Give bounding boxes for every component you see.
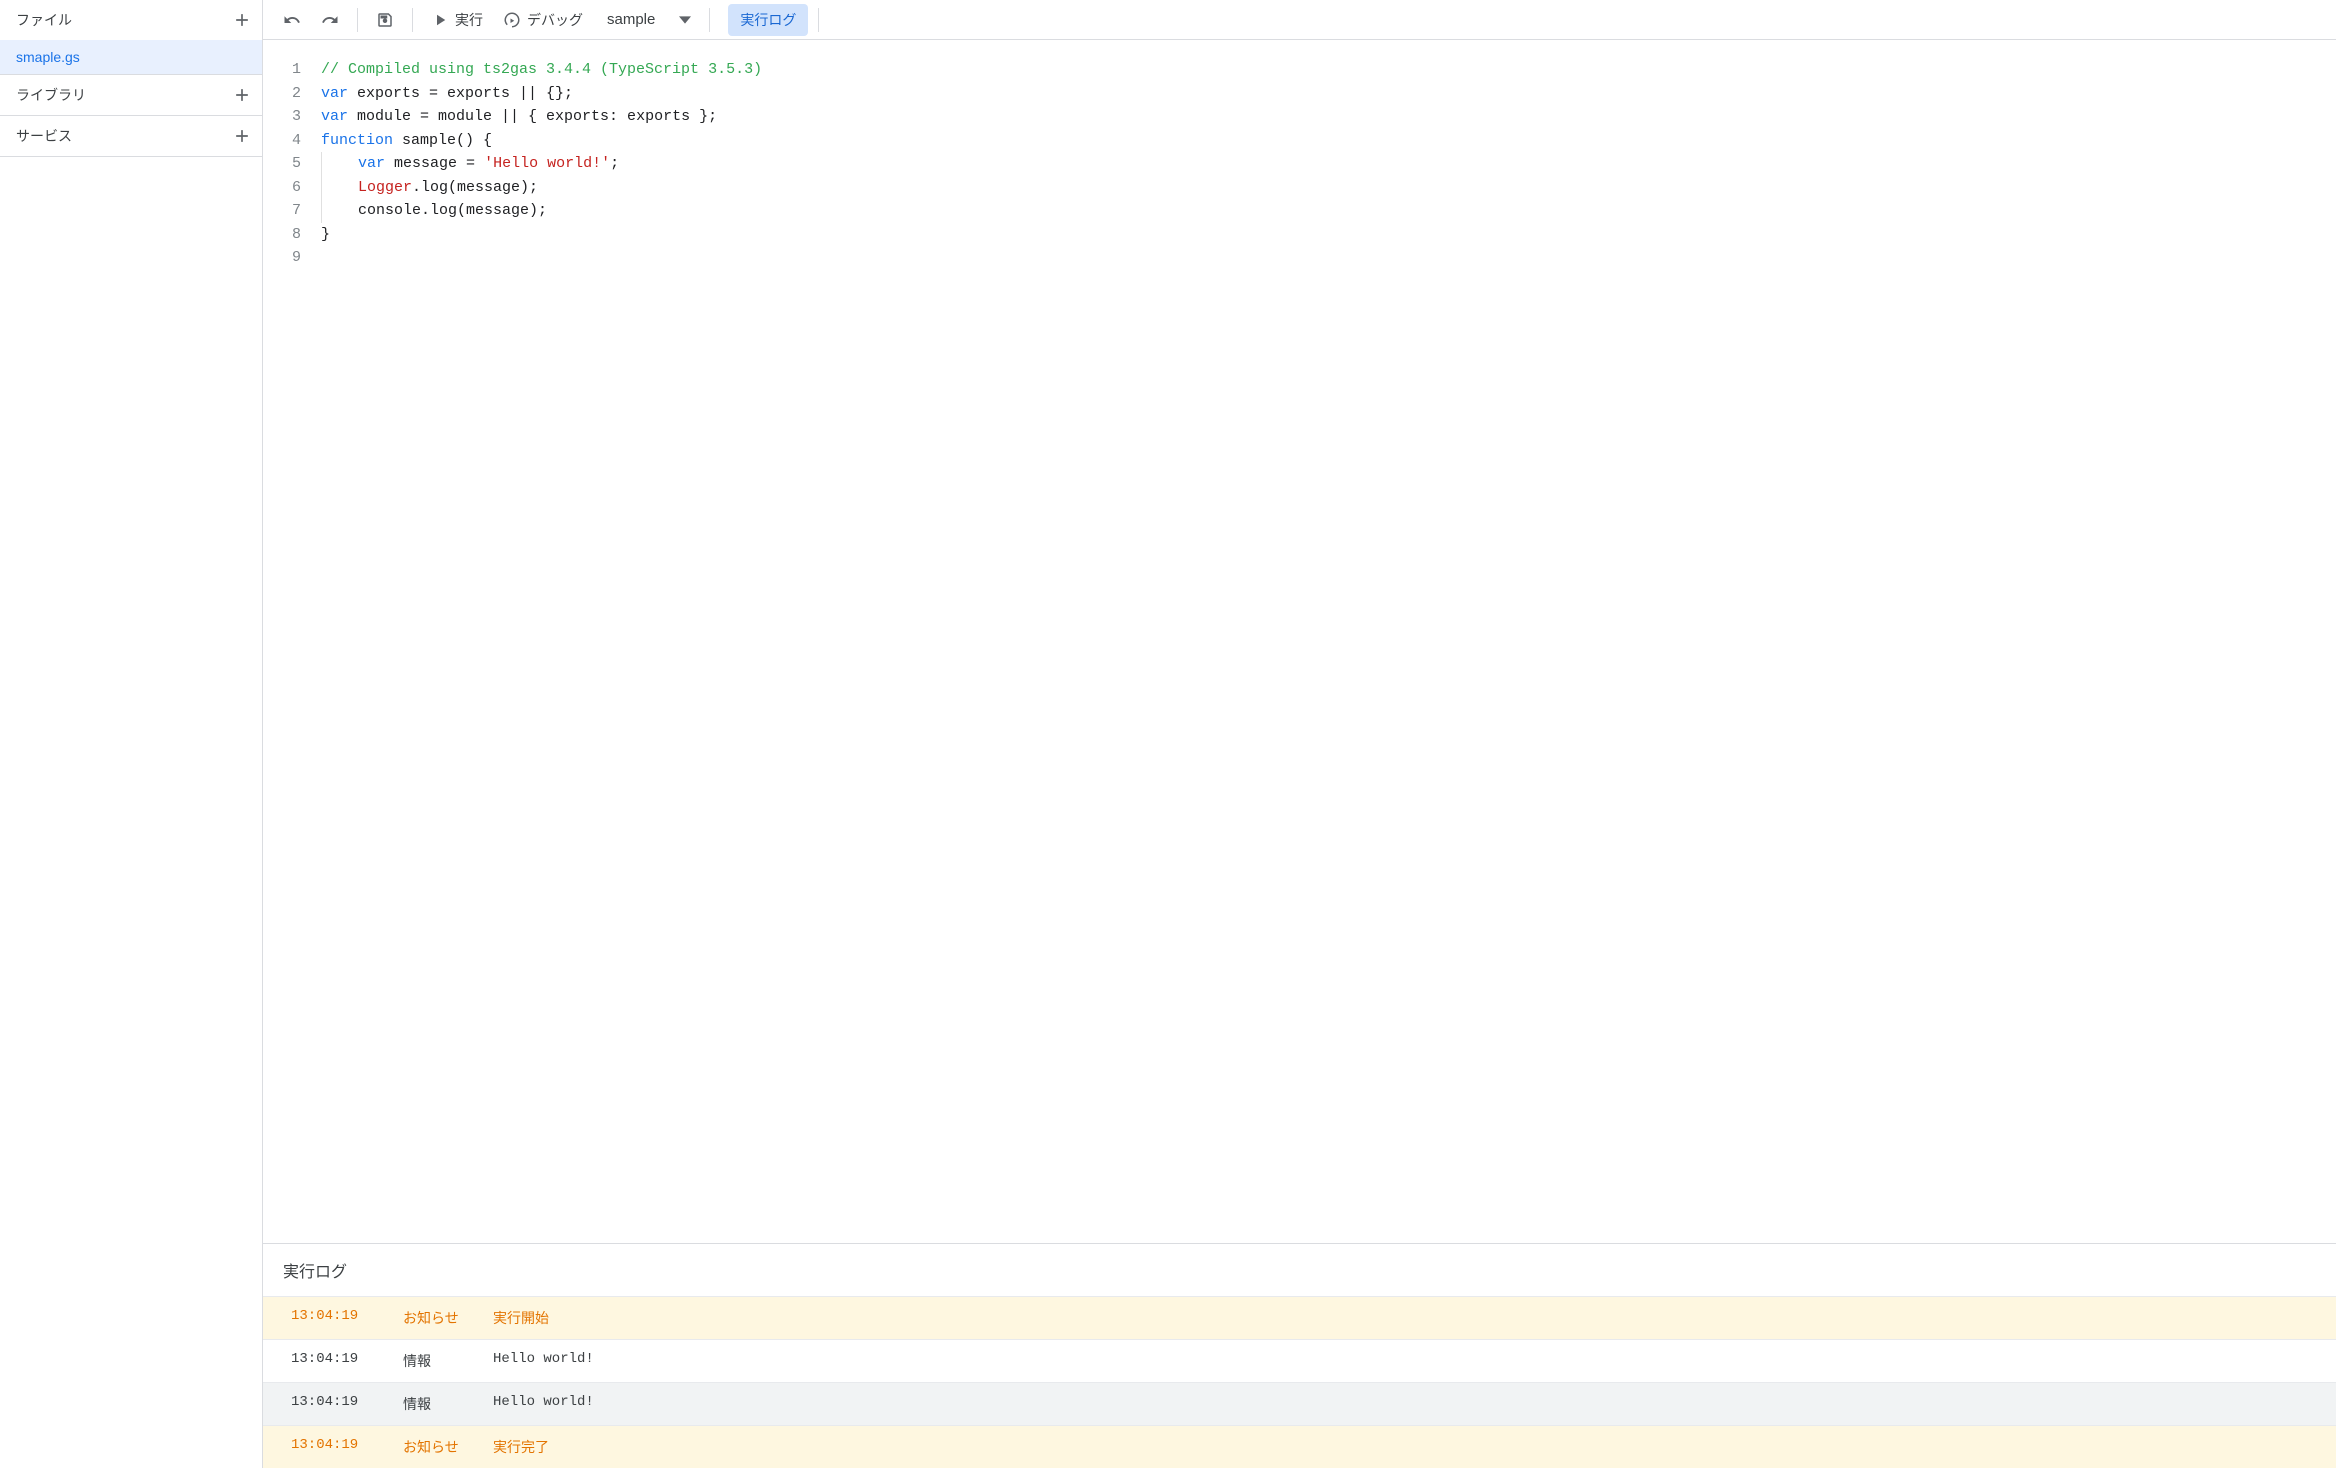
sidebar-libraries-section: ライブラリ (0, 75, 262, 116)
code-line: var exports = exports || {}; (321, 82, 2336, 106)
exec-log-rows: 13:04:19お知らせ実行開始13:04:19情報Hello world!13… (263, 1296, 2336, 1468)
toolbar-separator (357, 8, 358, 32)
chevron-down-icon (679, 14, 691, 26)
line-number: 1 (263, 58, 301, 82)
line-number: 3 (263, 105, 301, 129)
code-token: // Compiled using ts2gas 3.4.4 (TypeScri… (321, 58, 762, 82)
code-line: var message = 'Hello world!'; (321, 152, 2336, 176)
log-time: 13:04:19 (291, 1394, 403, 1414)
code-token: var (321, 105, 348, 129)
code-token: console.log(message); (358, 199, 547, 223)
indent-guide (321, 199, 358, 223)
editor-code: // Compiled using ts2gas 3.4.4 (TypeScri… (321, 58, 2336, 1243)
log-type: お知らせ (403, 1437, 493, 1457)
log-message: Hello world! (493, 1394, 2308, 1414)
redo-button[interactable] (313, 5, 347, 35)
sidebar: ファイル smaple.gs ライブラリ サービス (0, 0, 263, 1468)
debug-label: デバッグ (527, 10, 583, 30)
code-token: } (321, 223, 330, 247)
code-line: } (321, 223, 2336, 247)
sidebar-files-section: ファイル smaple.gs (0, 0, 262, 75)
undo-icon (283, 11, 301, 29)
code-token: sample() { (393, 129, 492, 153)
line-number: 8 (263, 223, 301, 247)
exec-log-label: 実行ログ (740, 12, 796, 28)
exec-log-button[interactable]: 実行ログ (728, 4, 808, 36)
log-row: 13:04:19お知らせ実行完了 (263, 1425, 2336, 1468)
line-number: 5 (263, 152, 301, 176)
log-type: 情報 (403, 1394, 493, 1414)
code-line (321, 246, 2336, 270)
plus-icon (232, 126, 252, 146)
log-time: 13:04:19 (291, 1437, 403, 1457)
indent-guide (321, 176, 358, 200)
main: 実行 デバッグ sample 実行ログ 123456789 // Compile… (263, 0, 2336, 1468)
code-token: var (321, 82, 348, 106)
code-line: function sample() { (321, 129, 2336, 153)
add-file-button[interactable] (232, 10, 252, 30)
log-time: 13:04:19 (291, 1308, 403, 1328)
code-line: Logger.log(message); (321, 176, 2336, 200)
line-number: 7 (263, 199, 301, 223)
log-type: お知らせ (403, 1308, 493, 1328)
add-library-button[interactable] (232, 85, 252, 105)
log-message: Hello world! (493, 1351, 2308, 1371)
undo-button[interactable] (275, 5, 309, 35)
services-label: サービス (16, 126, 72, 146)
files-label: ファイル (16, 10, 72, 30)
log-row: 13:04:19情報Hello world! (263, 1339, 2336, 1382)
line-number: 2 (263, 82, 301, 106)
code-token: module = module || { exports: exports }; (348, 105, 717, 129)
save-button[interactable] (368, 5, 402, 35)
log-message: 実行完了 (493, 1437, 2308, 1457)
log-message: 実行開始 (493, 1308, 2308, 1328)
code-line: var module = module || { exports: export… (321, 105, 2336, 129)
code-token: 'Hello world!' (484, 152, 610, 176)
code-line: console.log(message); (321, 199, 2336, 223)
line-number: 9 (263, 246, 301, 270)
toolbar-separator (818, 8, 819, 32)
log-time: 13:04:19 (291, 1351, 403, 1371)
code-token: message = (385, 152, 484, 176)
toolbar-separator (709, 8, 710, 32)
editor-gutter: 123456789 (263, 58, 321, 1243)
log-row: 13:04:19お知らせ実行開始 (263, 1296, 2336, 1339)
code-token: function (321, 129, 393, 153)
line-number: 4 (263, 129, 301, 153)
line-number: 6 (263, 176, 301, 200)
indent-guide (321, 152, 358, 176)
sidebar-services-header: サービス (0, 116, 262, 156)
redo-icon (321, 11, 339, 29)
function-select[interactable]: sample (595, 7, 699, 32)
plus-icon (232, 10, 252, 30)
code-token: Logger (358, 176, 412, 200)
code-token: ; (610, 152, 619, 176)
debug-button[interactable]: デバッグ (495, 4, 591, 36)
toolbar: 実行 デバッグ sample 実行ログ (263, 0, 2336, 40)
exec-log-title: 実行ログ (263, 1244, 2336, 1296)
code-token: .log(message); (412, 176, 538, 200)
plus-icon (232, 85, 252, 105)
play-icon (431, 11, 449, 29)
code-token: exports = exports || {}; (348, 82, 573, 106)
function-selected-label: sample (607, 11, 655, 28)
run-label: 実行 (455, 10, 483, 30)
code-editor[interactable]: 123456789 // Compiled using ts2gas 3.4.4… (263, 40, 2336, 1243)
log-row: 13:04:19情報Hello world! (263, 1382, 2336, 1425)
sidebar-services-section: サービス (0, 116, 262, 157)
save-icon (376, 11, 394, 29)
sidebar-file-item[interactable]: smaple.gs (0, 40, 262, 74)
add-service-button[interactable] (232, 126, 252, 146)
exec-log-panel: 実行ログ 13:04:19お知らせ実行開始13:04:19情報Hello wor… (263, 1243, 2336, 1468)
code-line: // Compiled using ts2gas 3.4.4 (TypeScri… (321, 58, 2336, 82)
log-type: 情報 (403, 1351, 493, 1371)
sidebar-files-header: ファイル (0, 0, 262, 40)
run-button[interactable]: 実行 (423, 4, 491, 36)
toolbar-separator (412, 8, 413, 32)
sidebar-libraries-header: ライブラリ (0, 75, 262, 115)
code-token: var (358, 152, 385, 176)
debug-icon (503, 11, 521, 29)
libraries-label: ライブラリ (16, 85, 86, 105)
